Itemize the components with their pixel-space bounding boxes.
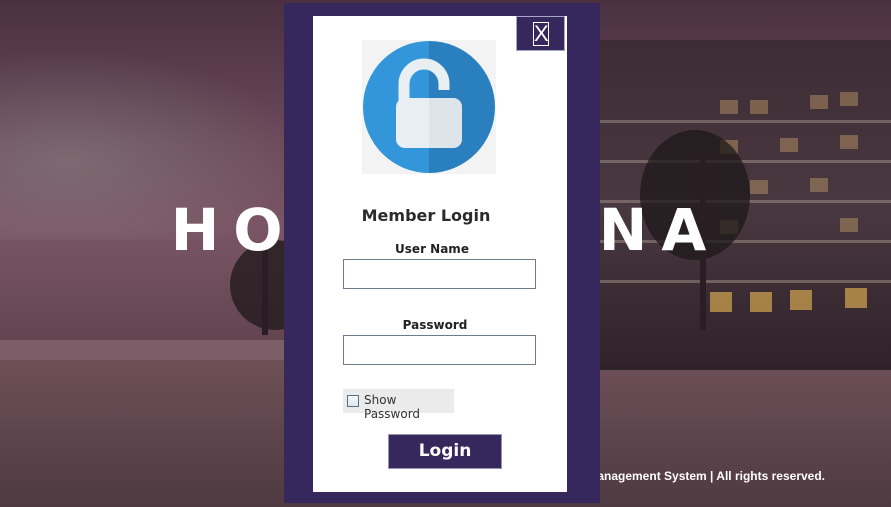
login-modal: X Member Login User Name Password Show P… xyxy=(284,3,600,503)
footer-copyright: tel Management System | All rights reser… xyxy=(570,469,825,483)
login-button[interactable]: Login xyxy=(388,434,502,469)
show-password-label: Show Password xyxy=(364,393,421,421)
unlocked-padlock-icon xyxy=(362,40,496,174)
show-password-toggle[interactable]: Show Password xyxy=(343,389,454,421)
close-button[interactable]: X xyxy=(516,16,565,51)
password-input[interactable] xyxy=(343,335,536,365)
username-input[interactable] xyxy=(343,259,536,289)
password-label: Password xyxy=(402,318,468,332)
show-password-checkbox[interactable] xyxy=(347,395,359,407)
login-panel: X Member Login User Name Password Show P… xyxy=(313,16,567,492)
login-heading: Member Login xyxy=(361,206,491,225)
username-label: User Name xyxy=(395,242,469,256)
close-label: X xyxy=(533,21,549,46)
